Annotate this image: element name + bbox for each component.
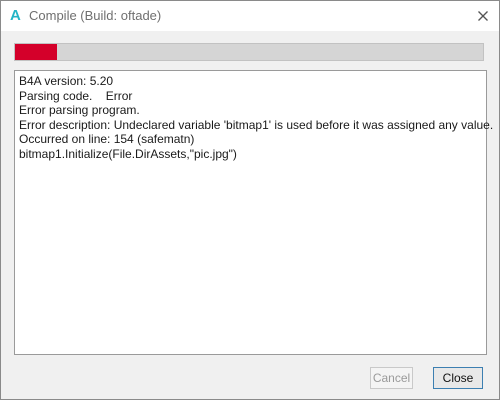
log-line: B4A version: 5.20 xyxy=(19,74,114,88)
log-line: Parsing code. Error xyxy=(19,88,133,103)
cancel-button[interactable]: Cancel xyxy=(370,367,413,389)
window-title: Compile (Build: oftade) xyxy=(29,8,162,23)
title-bar[interactable]: A Compile (Build: oftade) xyxy=(1,1,499,31)
log-line: Error parsing program. xyxy=(19,103,140,117)
log-line: Error description: Undeclared variable '… xyxy=(19,117,494,132)
compile-log-output[interactable]: B4A version: 5.20 Parsing code. Error Er… xyxy=(14,70,494,355)
compile-progress-bar xyxy=(14,43,484,61)
close-button[interactable]: Close xyxy=(433,367,483,389)
progress-bar-fill xyxy=(15,44,58,60)
close-icon[interactable] xyxy=(471,4,495,28)
close-x-glyph xyxy=(478,11,488,21)
log-line: bitmap1.Initialize(File.DirAssets,"pic.j… xyxy=(19,146,237,161)
compile-dialog: A Compile (Build: oftade) B4A version: 5… xyxy=(0,0,500,400)
log-line: Occurred on line: 154 (safematn) xyxy=(19,132,195,146)
b4a-app-icon: A xyxy=(10,7,21,24)
